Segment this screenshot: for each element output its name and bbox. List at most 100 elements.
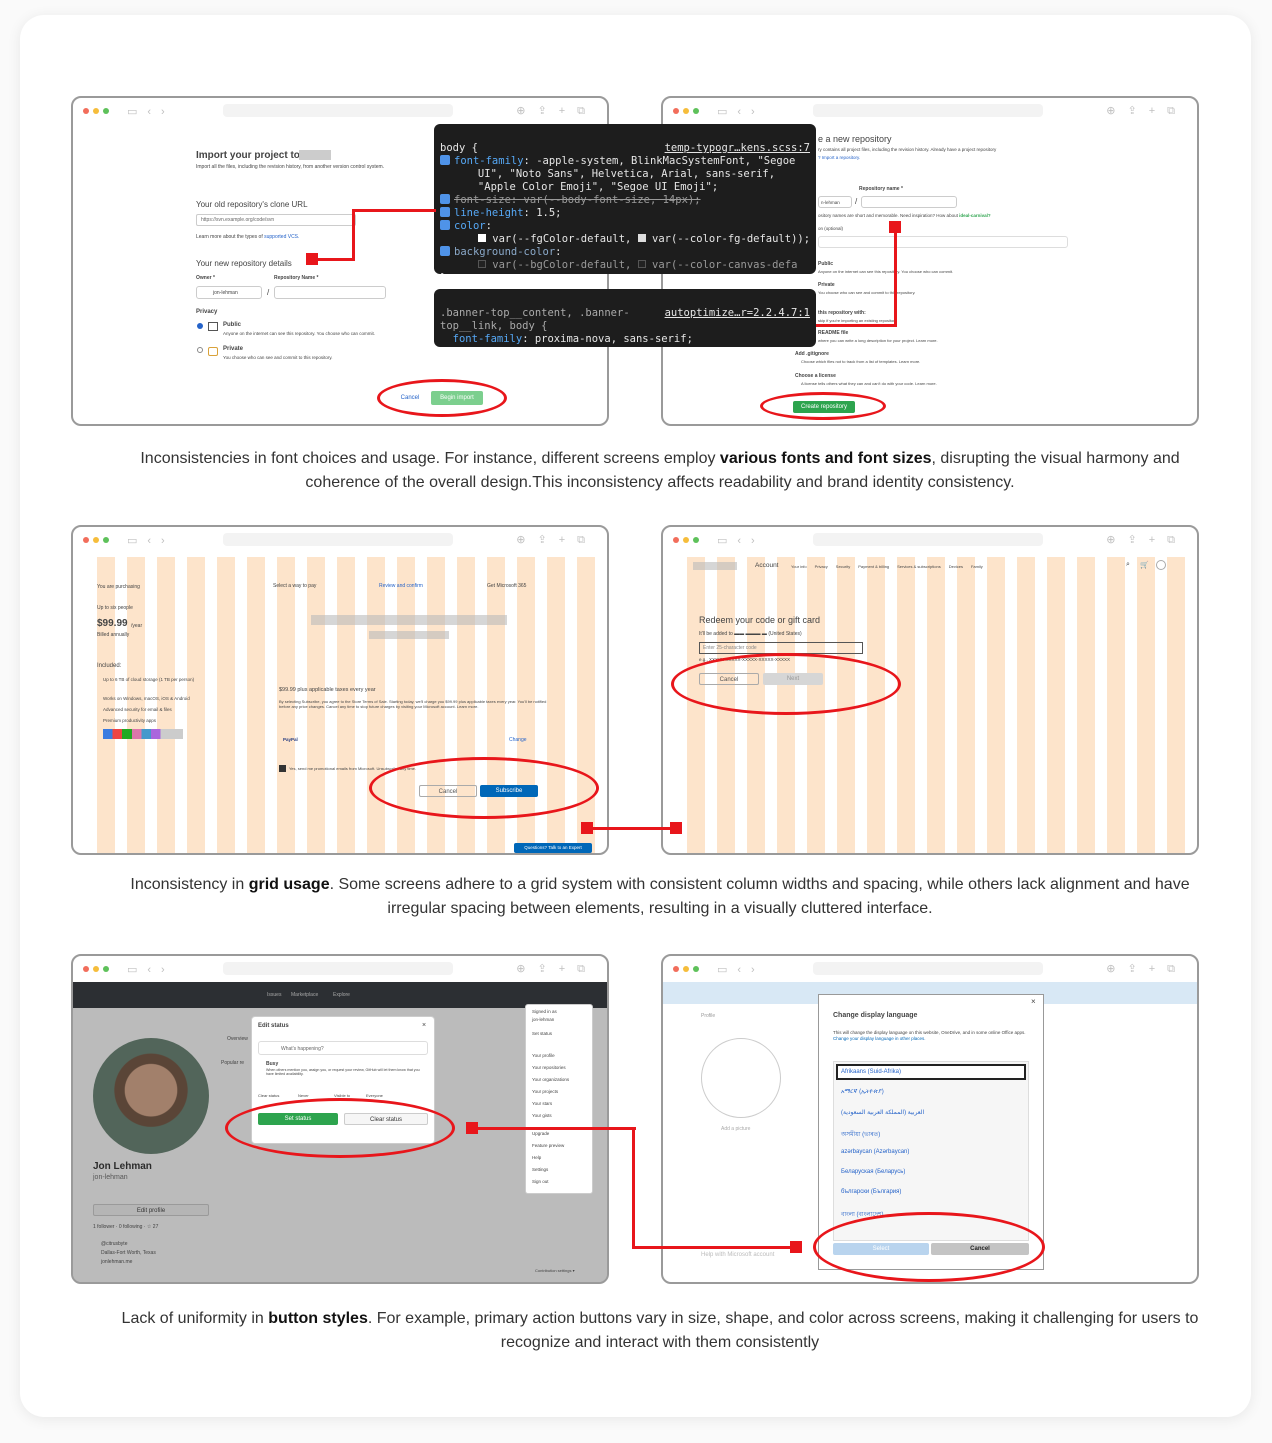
readme-label[interactable]: README file xyxy=(818,330,848,336)
language-option[interactable]: български (България) xyxy=(841,1189,901,1195)
cart-icon[interactable]: 🛒 xyxy=(1140,561,1149,569)
nav-privacy[interactable]: Privacy xyxy=(815,564,828,569)
maximize-dot-icon[interactable] xyxy=(103,108,109,114)
menu-item[interactable]: Your profile xyxy=(532,1053,555,1058)
plan-price: $99.99 plus applicable taxes every year xyxy=(279,687,376,693)
address-bar[interactable] xyxy=(223,104,453,117)
menu-item[interactable]: Your gists xyxy=(532,1113,552,1118)
avatar-icon[interactable] xyxy=(1156,560,1166,570)
feature-item: Advanced security for email & files xyxy=(103,707,172,712)
language-option[interactable]: አማርኛ (ኢትዮጵያ) xyxy=(841,1089,884,1096)
nav-devices[interactable]: Devices xyxy=(949,564,963,569)
maximize-dot-icon[interactable] xyxy=(103,966,109,972)
repo-name-input[interactable] xyxy=(274,286,386,299)
toolbar-icons[interactable]: ⊕⇪+⧉ xyxy=(1106,962,1187,976)
language-option[interactable]: অসমীয়া (ভাৰত) xyxy=(841,1129,880,1140)
maximize-dot-icon[interactable] xyxy=(693,108,699,114)
menu-item[interactable]: jon-lehman xyxy=(532,1017,554,1022)
close-dot-icon[interactable] xyxy=(83,537,89,543)
account-brand[interactable]: Account xyxy=(755,562,779,569)
menu-item[interactable]: Your stars xyxy=(532,1101,552,1106)
minimize-dot-icon[interactable] xyxy=(93,537,99,543)
grid-column xyxy=(97,557,115,853)
toolbar-icons[interactable]: ⊕⇪+⧉ xyxy=(1106,104,1187,118)
close-dot-icon[interactable] xyxy=(673,966,679,972)
toolbar-icons[interactable]: ⊕⇪+⧉ xyxy=(516,533,597,547)
minimize-dot-icon[interactable] xyxy=(93,108,99,114)
import-repo-link[interactable]: ? Import a repository. xyxy=(818,155,860,160)
feature-item: Works on Windows, macOS, iOS & Android xyxy=(103,696,190,701)
menu-item[interactable]: Set status xyxy=(532,1031,552,1036)
minimize-dot-icon[interactable] xyxy=(683,537,689,543)
menu-item[interactable]: Your projects xyxy=(532,1089,558,1094)
owner-select[interactable]: jon-lehman xyxy=(196,286,262,299)
address-bar[interactable] xyxy=(223,533,453,546)
address-bar[interactable] xyxy=(813,962,1043,975)
talk-to-expert-button[interactable]: Questions? Talk to an Expert xyxy=(514,843,592,853)
minimize-dot-icon[interactable] xyxy=(93,966,99,972)
toolbar-icons[interactable]: ⊕⇪+⧉ xyxy=(516,962,597,976)
nav-arrows-icon[interactable]: ▭‹› xyxy=(127,963,175,976)
menu-item[interactable]: Sign out xyxy=(532,1179,549,1184)
nav-security[interactable]: Security xyxy=(836,564,850,569)
maximize-dot-icon[interactable] xyxy=(103,537,109,543)
nav-services[interactable]: Services & subscriptions xyxy=(897,564,941,569)
never-select[interactable]: Never xyxy=(298,1093,309,1098)
nav-arrows-icon[interactable]: ▭‹› xyxy=(717,105,765,118)
nav-family[interactable]: Family xyxy=(971,564,983,569)
maximize-dot-icon[interactable] xyxy=(693,966,699,972)
everyone-select[interactable]: Everyone xyxy=(366,1093,383,1098)
nav-arrows-icon[interactable]: ▭‹› xyxy=(127,105,175,118)
menu-item[interactable]: Upgrade xyxy=(532,1131,549,1136)
nav-arrows-icon[interactable]: ▭‹› xyxy=(127,534,175,547)
address-bar[interactable] xyxy=(223,962,453,975)
nav-arrows-icon[interactable]: ▭‹› xyxy=(717,963,765,976)
highlight-ellipse xyxy=(813,1212,1045,1282)
repo-name-input[interactable] xyxy=(861,196,957,208)
browser-chrome: ▭‹› ⊕⇪+⧉ xyxy=(663,527,1197,553)
menu-item[interactable]: Signed in as xyxy=(532,1009,557,1014)
owner-select[interactable]: n-lehman xyxy=(818,196,852,208)
nav-arrows-icon[interactable]: ▭‹› xyxy=(717,534,765,547)
menu-item[interactable]: Feature preview xyxy=(532,1143,564,1148)
close-dot-icon[interactable] xyxy=(83,966,89,972)
address-bar[interactable] xyxy=(813,533,1043,546)
readme-desc: where you can write a long description f… xyxy=(818,338,938,343)
close-icon[interactable]: × xyxy=(1031,997,1036,1006)
language-option[interactable]: Afrikaans (Suid-Afrika) xyxy=(841,1069,901,1075)
close-dot-icon[interactable] xyxy=(83,108,89,114)
description-input[interactable] xyxy=(818,236,1068,248)
monitor-icon xyxy=(208,322,218,331)
toolbar-icons[interactable]: ⊕⇪+⧉ xyxy=(1106,533,1187,547)
toolbar-icons[interactable]: ⊕⇪+⧉ xyxy=(516,104,597,118)
minimize-dot-icon[interactable] xyxy=(683,966,689,972)
nav-payment[interactable]: Payment & billing xyxy=(858,564,889,569)
language-option[interactable]: Беларуская (Беларусь) xyxy=(841,1169,905,1175)
maximize-dot-icon[interactable] xyxy=(693,537,699,543)
menu-item[interactable]: Your repositories xyxy=(532,1065,566,1070)
busy-label[interactable]: Busy xyxy=(266,1061,278,1067)
minimize-dot-icon[interactable] xyxy=(683,108,689,114)
nav-your-info[interactable]: Your info xyxy=(791,564,807,569)
gitignore-label[interactable]: Add .gitignore xyxy=(795,351,829,357)
change-link[interactable]: Change xyxy=(509,737,527,743)
close-dot-icon[interactable] xyxy=(673,108,679,114)
people-label: Up to six people xyxy=(97,605,133,611)
promo-checkbox[interactable] xyxy=(279,765,286,772)
grid-column xyxy=(1017,557,1035,853)
menu-item[interactable]: Your organizations xyxy=(532,1077,569,1082)
language-option[interactable]: azərbaycan (Azərbaycan) xyxy=(841,1149,909,1155)
clone-url-input[interactable]: https://svn.example.org/code/svn xyxy=(196,214,356,226)
address-bar[interactable] xyxy=(813,104,1043,117)
language-option[interactable]: العربية (المملكة العربية السعودية) xyxy=(841,1109,924,1116)
public-radio[interactable] xyxy=(197,323,203,329)
search-icon[interactable]: ⌕ xyxy=(1126,561,1130,569)
license-label[interactable]: Choose a license xyxy=(795,373,836,379)
close-icon[interactable]: × xyxy=(422,1022,426,1029)
private-radio[interactable] xyxy=(197,347,203,353)
close-dot-icon[interactable] xyxy=(673,537,679,543)
menu-item[interactable]: Help xyxy=(532,1155,541,1160)
browser-chrome: ▭‹› ⊕⇪+⧉ xyxy=(73,956,607,982)
menu-item[interactable]: Settings xyxy=(532,1167,548,1172)
status-input[interactable]: What's happening? xyxy=(258,1041,428,1055)
